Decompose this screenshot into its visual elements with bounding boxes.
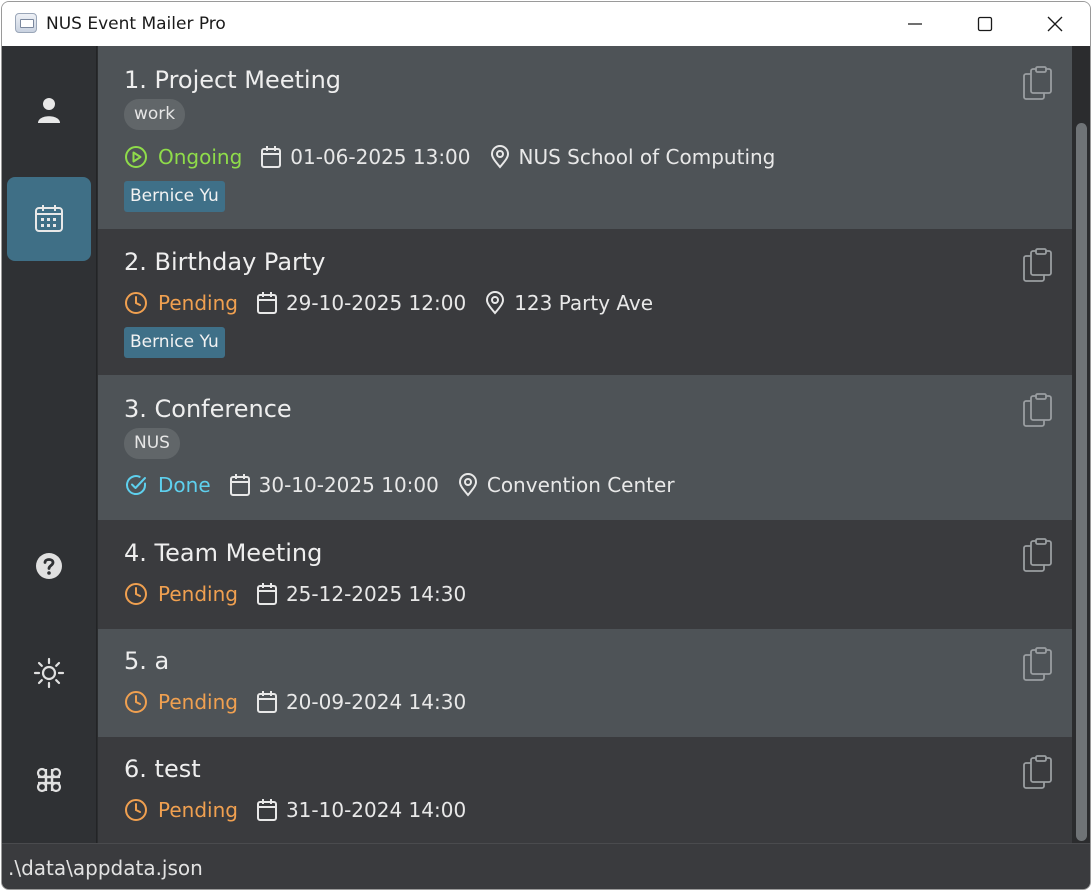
sidebar-item-contacts[interactable] (7, 68, 91, 152)
event-participant: Bernice Yu (124, 327, 225, 358)
data-file-path: .\data\appdata.json (8, 856, 203, 880)
event-card[interactable]: 1. Project Meeting work Ongoing 01-06-20… (98, 46, 1072, 229)
person-icon (38, 98, 60, 123)
event-participant: Bernice Yu (124, 181, 225, 212)
clipboard-icon (1023, 393, 1052, 427)
event-meta: Pending 31-10-2024 14:00 (124, 796, 484, 824)
minimize-button[interactable] (880, 2, 950, 46)
calendar-icon (256, 292, 277, 314)
event-card[interactable]: 5. a Pending 20-09-2024 14:30 (98, 629, 1072, 737)
sidebar-item-events[interactable] (7, 177, 91, 261)
clock-icon (125, 583, 147, 605)
event-title: 1. Project Meeting (124, 66, 342, 94)
calendar-icon (35, 205, 63, 232)
event-title: 3. Conference (124, 395, 292, 423)
minimize-icon (908, 23, 922, 25)
event-card[interactable]: 3. Conference NUS Done 30-10-2025 10:00 … (98, 375, 1072, 520)
clock-icon (125, 691, 147, 713)
clock-icon (125, 292, 147, 314)
event-datetime: 31-10-2024 14:00 (285, 798, 467, 822)
event-datetime: 25-12-2025 14:30 (285, 582, 467, 606)
event-status: Pending (158, 690, 238, 714)
title-bar[interactable]: NUS Event Mailer Pro (2, 2, 1090, 46)
event-datetime: 20-09-2024 14:30 (285, 690, 467, 714)
event-title: 4. Team Meeting (124, 539, 323, 567)
event-location: NUS School of Computing (518, 145, 776, 169)
calendar-icon (229, 474, 250, 496)
command-icon (36, 767, 62, 793)
sidebar-item-theme[interactable] (7, 631, 91, 715)
event-tag: work (124, 99, 186, 130)
sidebar (2, 46, 97, 843)
clipboard-icon (1023, 647, 1052, 681)
event-card[interactable]: 2. Birthday Party Pending 29-10-2025 12:… (98, 229, 1072, 375)
sidebar-item-help[interactable] (7, 524, 91, 608)
event-datetime: 01-06-2025 13:00 (290, 145, 471, 169)
event-title: 5. a (124, 647, 170, 675)
location-pin-icon (490, 145, 509, 169)
close-button[interactable] (1020, 2, 1090, 46)
event-datetime: 29-10-2025 12:00 (285, 291, 467, 315)
copy-button[interactable] (1020, 393, 1054, 429)
event-meta: Pending 20-09-2024 14:30 (124, 688, 484, 716)
calendar-icon (256, 691, 277, 713)
location-pin-icon (458, 473, 477, 497)
app-logo-icon (15, 13, 37, 33)
clipboard-icon (1023, 755, 1052, 789)
event-meta: Pending 25-12-2025 14:30 (124, 580, 484, 608)
event-tag: NUS (124, 428, 180, 459)
sidebar-item-commands[interactable] (7, 738, 91, 822)
calendar-icon (256, 583, 277, 605)
event-location: 123 Party Ave (514, 291, 654, 315)
event-status: Pending (158, 798, 238, 822)
event-status: Ongoing (158, 145, 243, 169)
event-card[interactable]: 4. Team Meeting Pending 25-12-2025 14:30 (98, 520, 1072, 629)
play-circle-icon (125, 146, 147, 168)
calendar-icon (261, 146, 282, 168)
copy-button[interactable] (1020, 538, 1054, 574)
clipboard-icon (1023, 66, 1052, 100)
clipboard-icon (1023, 248, 1052, 282)
scrollbar-thumb[interactable] (1076, 123, 1087, 841)
event-status: Pending (158, 582, 238, 606)
event-location: Convention Center (486, 473, 675, 497)
copy-button[interactable] (1020, 647, 1054, 683)
copy-button[interactable] (1020, 755, 1054, 791)
event-list: 1. Project Meeting work Ongoing 01-06-20… (98, 46, 1072, 843)
event-status: Done (158, 473, 211, 497)
maximize-button[interactable] (950, 2, 1020, 46)
event-meta: Ongoing 01-06-2025 13:00 NUS School of C… (124, 143, 793, 171)
event-status: Pending (158, 291, 238, 315)
status-bar: .\data\appdata.json (2, 843, 1090, 889)
location-pin-icon (486, 291, 505, 315)
maximize-icon (977, 16, 993, 32)
scrollbar[interactable] (1072, 46, 1090, 843)
app-window: NUS Event Mailer Pro 1. Project Meeting … (1, 1, 1091, 890)
copy-button[interactable] (1020, 66, 1054, 102)
check-circle-icon (126, 475, 147, 496)
event-datetime: 30-10-2025 10:00 (258, 473, 439, 497)
app-body: 1. Project Meeting work Ongoing 01-06-20… (2, 46, 1090, 889)
sun-icon (33, 657, 65, 689)
event-meta: Pending 29-10-2025 12:00 123 Party Ave (124, 289, 671, 317)
window-title: NUS Event Mailer Pro (46, 14, 226, 34)
event-title: 6. test (124, 755, 201, 783)
event-card[interactable]: 6. test Pending 31-10-2024 14:00 (98, 737, 1072, 843)
event-meta: Done 30-10-2025 10:00 Convention Center (124, 471, 693, 499)
help-icon (36, 553, 62, 579)
clipboard-icon (1023, 538, 1052, 572)
clock-icon (125, 799, 147, 821)
copy-button[interactable] (1020, 248, 1054, 284)
calendar-icon (256, 799, 277, 821)
close-icon (1047, 16, 1063, 32)
event-title: 2. Birthday Party (124, 248, 326, 276)
